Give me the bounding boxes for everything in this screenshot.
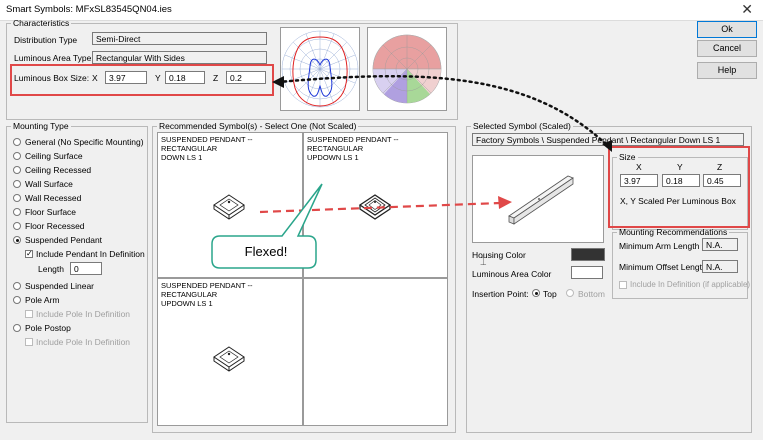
annotation-overlay [259,74,612,214]
callout-text: Flexed! [244,244,288,259]
